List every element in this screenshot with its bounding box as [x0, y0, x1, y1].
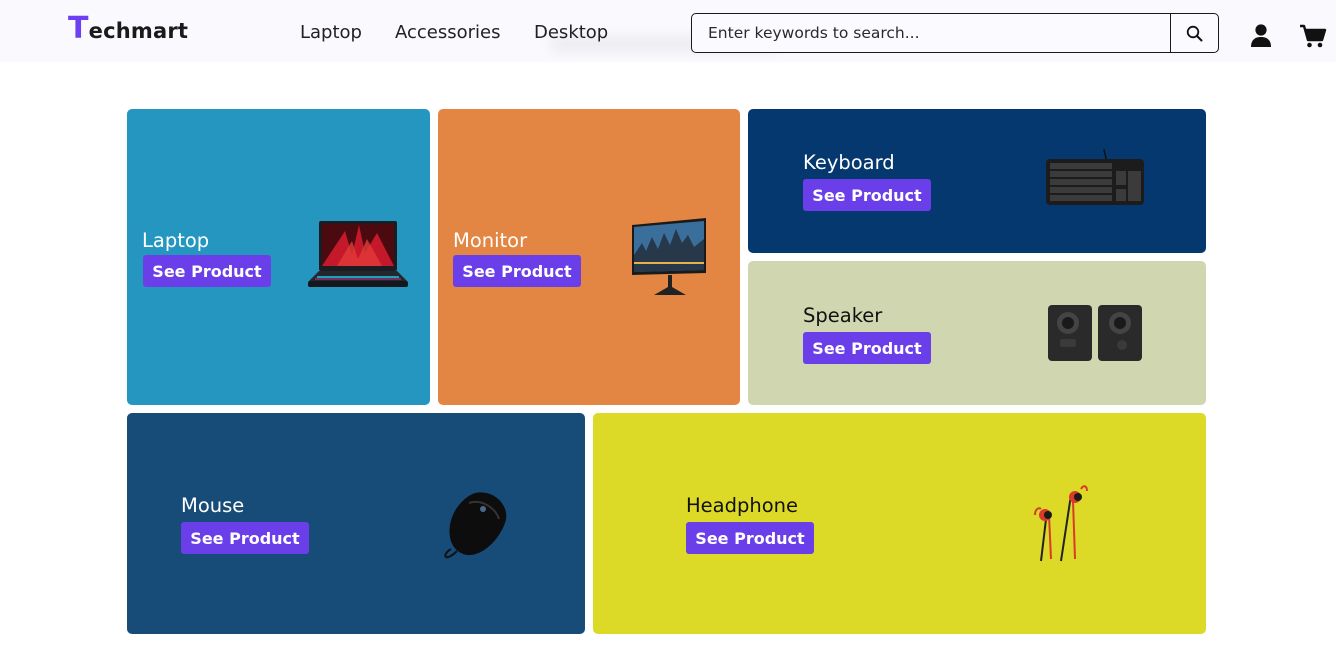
see-product-button-speaker[interactable]: See Product [803, 332, 931, 364]
category-card-laptop[interactable]: Laptop See Product [127, 109, 430, 405]
keyboard-image [1046, 149, 1144, 205]
nav-accessories[interactable]: Accessories [395, 22, 501, 44]
card-title-monitor: Monitor [453, 229, 528, 252]
site-logo[interactable]: Techmart [68, 14, 188, 48]
logo-text: echmart [88, 19, 189, 43]
headphone-image [1034, 485, 1088, 562]
site-header: Techmart Laptop Accessories Desktop [0, 0, 1336, 62]
search-input[interactable] [692, 14, 1170, 52]
monitor-image [632, 218, 706, 295]
card-title-laptop: Laptop [142, 229, 210, 252]
see-product-button-keyboard[interactable]: See Product [803, 179, 931, 211]
see-product-button-laptop[interactable]: See Product [143, 255, 271, 287]
user-icon [1251, 24, 1271, 47]
category-card-headphone[interactable]: Headphone See Product [593, 413, 1206, 634]
cart-icon [1300, 24, 1327, 48]
logo-initial: T [68, 11, 89, 46]
search-icon [1186, 25, 1203, 41]
category-card-mouse[interactable]: Mouse See Product [127, 413, 585, 634]
category-card-monitor[interactable]: Monitor See Product [438, 109, 740, 405]
nav-laptop[interactable]: Laptop [300, 22, 362, 44]
card-title-keyboard: Keyboard [803, 151, 895, 174]
search-button[interactable] [1170, 14, 1218, 52]
laptop-image [308, 221, 408, 287]
speaker-image [1048, 305, 1142, 361]
see-product-button-headphone[interactable]: See Product [686, 522, 814, 554]
card-title-mouse: Mouse [181, 494, 245, 517]
card-title-headphone: Headphone [686, 494, 799, 517]
cart-button[interactable] [1299, 22, 1327, 50]
account-button[interactable] [1249, 23, 1273, 49]
category-card-keyboard[interactable]: Keyboard See Product [748, 109, 1206, 253]
see-product-button-monitor[interactable]: See Product [453, 255, 581, 287]
card-title-speaker: Speaker [803, 304, 883, 327]
search-bar [691, 13, 1219, 53]
mouse-image [444, 492, 507, 559]
see-product-button-mouse[interactable]: See Product [181, 522, 309, 554]
category-card-speaker[interactable]: Speaker See Product [748, 261, 1206, 405]
